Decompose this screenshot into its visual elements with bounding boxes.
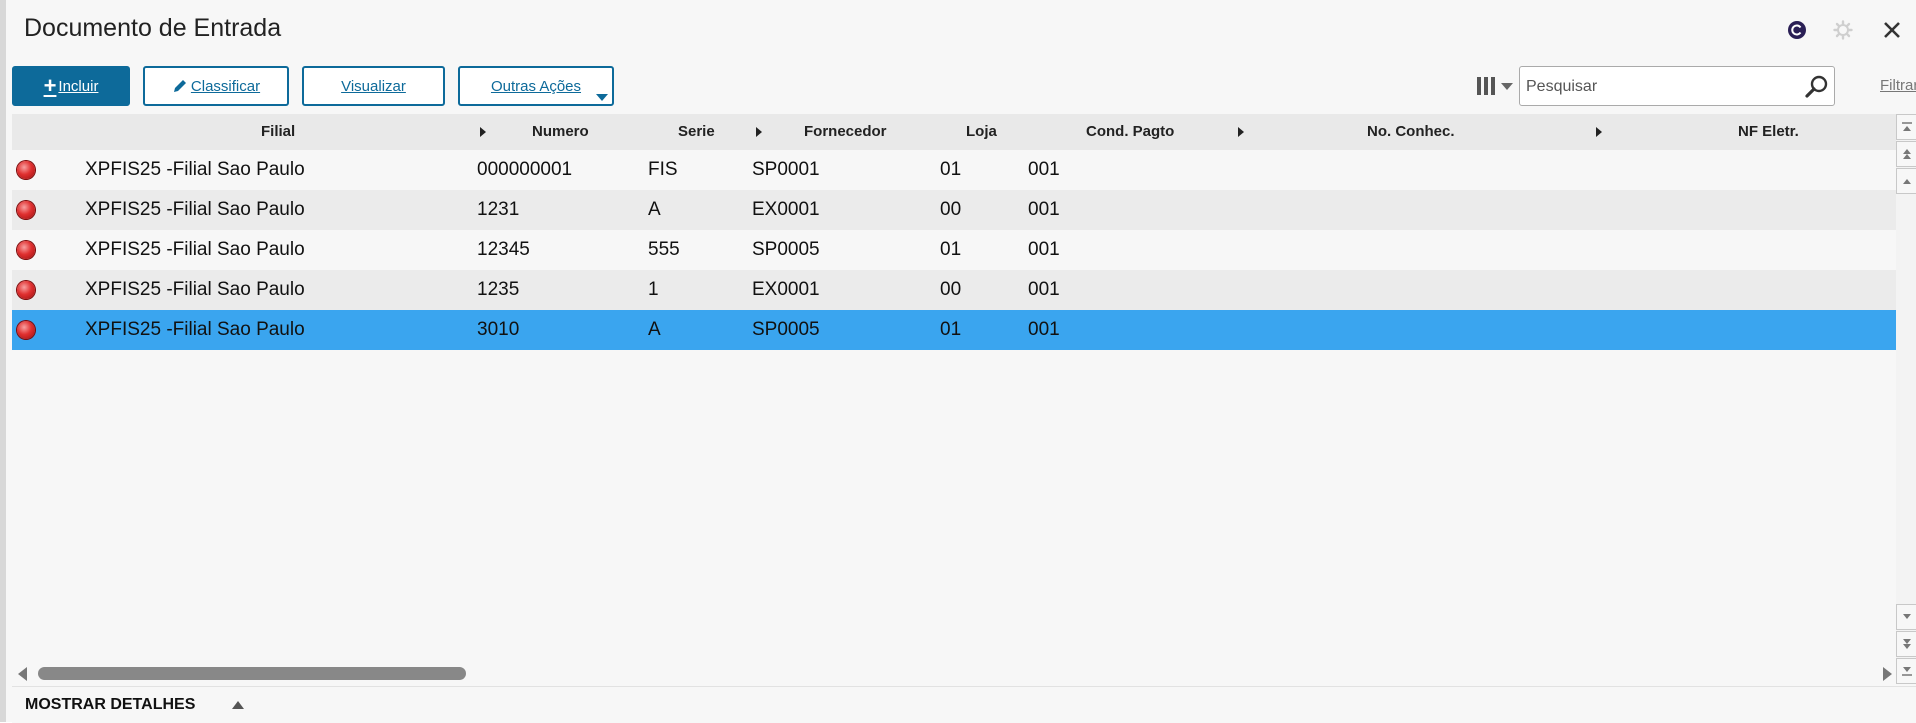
column-header-nf-eletr[interactable]: NF Eletr.	[1738, 114, 1799, 150]
cell-fornecedor: EX0001	[752, 279, 820, 300]
horizontal-scroll-thumb[interactable]	[38, 667, 466, 680]
column-header-no-conhec[interactable]: No. Conhec.	[1367, 114, 1455, 150]
page-title: Documento de Entrada	[24, 14, 282, 42]
cell-cond-pagto: 001	[1028, 319, 1060, 340]
cell-serie: 555	[648, 239, 680, 260]
cell-cond-pagto: 001	[1028, 279, 1060, 300]
cell-cond-pagto: 001	[1028, 239, 1060, 260]
search-icon[interactable]	[1804, 74, 1830, 100]
cell-filial: XPFIS25 -Filial Sao Paulo	[85, 239, 305, 260]
details-bar[interactable]: MOSTRAR DETALHES	[12, 686, 1916, 723]
table-row-selected[interactable]: XPFIS25 -Filial Sao Paulo 3010 A SP0005 …	[12, 310, 1896, 350]
outras-acoes-label: Outras Ações	[490, 77, 582, 95]
scroll-down-icon[interactable]	[1896, 604, 1916, 630]
toolbar: + Incluir Classificar Visualizar Outras …	[12, 66, 1916, 108]
column-header-cond-pagto[interactable]: Cond. Pagto	[1086, 114, 1174, 150]
cell-cond-pagto: 001	[1028, 199, 1060, 220]
cell-numero: 3010	[477, 319, 520, 340]
table-header: Filial Numero Serie Fornecedor Loja Cond…	[12, 114, 1896, 150]
sort-arrow-icon[interactable]	[1596, 127, 1602, 137]
cell-cond-pagto: 001	[1028, 159, 1060, 180]
outras-acoes-button[interactable]: Outras Ações	[458, 66, 614, 106]
scroll-page-down-icon[interactable]	[1896, 631, 1916, 657]
cell-loja: 01	[940, 239, 962, 260]
column-picker-icon	[1477, 77, 1495, 95]
red-status-icon	[17, 281, 35, 299]
sort-arrow-icon[interactable]	[1238, 127, 1244, 137]
cell-fornecedor: SP0005	[752, 319, 820, 340]
cell-fornecedor: SP0005	[752, 239, 820, 260]
cell-loja: 00	[940, 199, 962, 220]
incluir-label: Incluir	[58, 77, 99, 95]
column-header-filial[interactable]: Filial	[261, 114, 295, 150]
table-row[interactable]: XPFIS25 -Filial Sao Paulo 1231 A EX0001 …	[12, 190, 1896, 230]
sort-arrow-icon[interactable]	[756, 127, 762, 137]
cell-serie: FIS	[648, 159, 678, 180]
visualizar-label: Visualizar	[341, 77, 406, 95]
scroll-bottom-icon[interactable]	[1896, 658, 1916, 684]
cell-filial: XPFIS25 -Filial Sao Paulo	[85, 159, 305, 180]
mostrar-detalhes-label[interactable]: MOSTRAR DETALHES	[25, 696, 195, 714]
sort-arrow-icon[interactable]	[480, 127, 486, 137]
cell-numero: 12345	[477, 239, 530, 260]
scroll-left-icon[interactable]	[18, 667, 27, 681]
app-logo-icon[interactable]	[1787, 20, 1807, 40]
incluir-button[interactable]: + Incluir	[12, 66, 130, 106]
red-status-icon	[17, 161, 35, 179]
title-bar: Documento de Entrada	[12, 0, 1916, 60]
gear-icon[interactable]	[1833, 20, 1853, 40]
cell-serie: A	[648, 199, 661, 220]
cell-loja: 01	[940, 159, 962, 180]
cell-numero: 000000001	[477, 159, 573, 180]
scroll-top-icon[interactable]	[1896, 114, 1916, 140]
column-picker-button[interactable]	[1466, 66, 1524, 106]
cell-numero: 1235	[477, 279, 520, 300]
cell-loja: 01	[940, 319, 962, 340]
chevron-up-icon[interactable]	[232, 701, 244, 709]
red-status-icon	[17, 321, 35, 339]
column-header-numero[interactable]: Numero	[532, 114, 589, 150]
cell-loja: 00	[940, 279, 962, 300]
cell-numero: 1231	[477, 199, 520, 220]
vertical-scrollbar[interactable]	[1896, 114, 1916, 684]
chevron-down-icon	[1501, 82, 1513, 90]
table-row[interactable]: XPFIS25 -Filial Sao Paulo 1235 1 EX0001 …	[12, 270, 1896, 310]
cell-fornecedor: EX0001	[752, 199, 820, 220]
table-row[interactable]: XPFIS25 -Filial Sao Paulo 12345 555 SP00…	[12, 230, 1896, 270]
red-status-icon	[17, 241, 35, 259]
plus-icon: +	[43, 73, 57, 98]
search-box	[1519, 66, 1835, 106]
scroll-page-up-icon[interactable]	[1896, 141, 1916, 167]
horizontal-scrollbar[interactable]	[12, 662, 1896, 684]
cell-filial: XPFIS25 -Filial Sao Paulo	[85, 319, 305, 340]
visualizar-button[interactable]: Visualizar	[302, 66, 445, 106]
cell-serie: A	[648, 319, 661, 340]
search-input[interactable]	[1524, 75, 1808, 99]
scroll-right-icon[interactable]	[1883, 667, 1892, 681]
cell-filial: XPFIS25 -Filial Sao Paulo	[85, 279, 305, 300]
data-table: Filial Numero Serie Fornecedor Loja Cond…	[12, 114, 1896, 652]
classificar-button[interactable]: Classificar	[143, 66, 289, 106]
column-header-serie[interactable]: Serie	[678, 114, 715, 150]
filtrar-link[interactable]: Filtrar	[1880, 77, 1916, 94]
table-row[interactable]: XPFIS25 -Filial Sao Paulo 000000001 FIS …	[12, 150, 1896, 190]
cell-filial: XPFIS25 -Filial Sao Paulo	[85, 199, 305, 220]
chevron-down-icon	[596, 94, 608, 101]
scroll-up-icon[interactable]	[1896, 168, 1916, 194]
column-header-fornecedor[interactable]: Fornecedor	[804, 114, 887, 150]
cell-fornecedor: SP0001	[752, 159, 820, 180]
pencil-icon	[173, 80, 186, 92]
close-icon[interactable]	[1882, 20, 1902, 40]
cell-serie: 1	[648, 279, 659, 300]
red-status-icon	[17, 201, 35, 219]
column-header-loja[interactable]: Loja	[966, 114, 997, 150]
classificar-label: Classificar	[190, 77, 261, 95]
window-frame: Documento de Entrada + Incluir Classific…	[0, 0, 1916, 723]
